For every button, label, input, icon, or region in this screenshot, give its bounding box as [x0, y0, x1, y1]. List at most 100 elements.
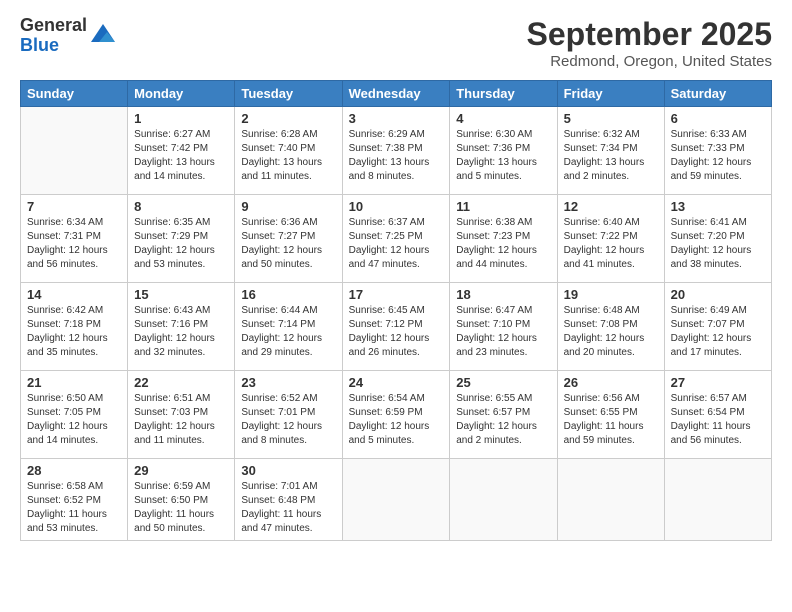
day-info: Sunrise: 6:45 AMSunset: 7:12 PMDaylight:…	[349, 304, 444, 360]
table-row: 17Sunrise: 6:45 AMSunset: 7:12 PMDayligh…	[342, 283, 450, 371]
table-row: 30 Sunrise: 7:01 AMSunset: 6:48 PMDayligh…	[235, 459, 342, 541]
day-number: 4	[456, 111, 550, 126]
table-row: 1Sunrise: 6:27 AMSunset: 7:42 PMDaylight…	[128, 107, 235, 195]
day-info: Sunrise: 6:50 AMSunset: 7:05 PMDaylight:…	[27, 392, 121, 448]
day-number: 28	[27, 463, 121, 478]
location: Redmond, Oregon, United States	[527, 53, 772, 70]
day-number: 15	[134, 287, 228, 302]
day-number: 30	[241, 463, 335, 478]
col-wednesday: Wednesday	[342, 81, 450, 107]
day-number: 3	[349, 111, 444, 126]
logo-blue: Blue	[20, 36, 87, 56]
day-number: 13	[671, 199, 765, 214]
day-info: Sunrise: 6:58 AMSunset: 6:52 PMDaylight:…	[27, 480, 121, 536]
table-row: 27 Sunrise: 6:57 AMSunset: 6:54 PMDayligh…	[664, 371, 771, 459]
day-info: Sunrise: 6:48 AMSunset: 7:08 PMDaylight:…	[564, 304, 658, 360]
day-number: 9	[241, 199, 335, 214]
day-number: 12	[564, 199, 658, 214]
calendar-table: Sunday Monday Tuesday Wednesday Thursday…	[20, 80, 772, 541]
table-row: 7 Sunrise: 6:34 AMSunset: 7:31 PMDaylight…	[21, 195, 128, 283]
col-tuesday: Tuesday	[235, 81, 342, 107]
calendar-header-row: Sunday Monday Tuesday Wednesday Thursday…	[21, 81, 772, 107]
col-saturday: Saturday	[664, 81, 771, 107]
col-sunday: Sunday	[21, 81, 128, 107]
table-row: 4 Sunrise: 6:30 AMSunset: 7:36 PMDaylight…	[450, 107, 557, 195]
table-row: 6 Sunrise: 6:33 AMSunset: 7:33 PMDaylight…	[664, 107, 771, 195]
table-row	[557, 459, 664, 541]
day-info: Sunrise: 6:30 AMSunset: 7:36 PMDaylight:…	[456, 128, 550, 184]
table-row: 9 Sunrise: 6:36 AMSunset: 7:27 PMDaylight…	[235, 195, 342, 283]
day-info: Sunrise: 6:29 AMSunset: 7:38 PMDaylight:…	[349, 128, 444, 184]
day-info: Sunrise: 6:54 AMSunset: 6:59 PMDaylight:…	[349, 392, 444, 448]
table-row: 19 Sunrise: 6:48 AMSunset: 7:08 PMDayligh…	[557, 283, 664, 371]
day-info: Sunrise: 6:32 AMSunset: 7:34 PMDaylight:…	[564, 128, 658, 184]
day-info: Sunrise: 6:33 AMSunset: 7:33 PMDaylight:…	[671, 128, 765, 184]
col-thursday: Thursday	[450, 81, 557, 107]
day-number: 20	[671, 287, 765, 302]
table-row: 8 Sunrise: 6:35 AMSunset: 7:29 PMDaylight…	[128, 195, 235, 283]
day-info: Sunrise: 6:37 AMSunset: 7:25 PMDaylight:…	[349, 216, 444, 272]
day-info: Sunrise: 6:57 AMSunset: 6:54 PMDaylight:…	[671, 392, 765, 448]
table-row: 26 Sunrise: 6:56 AMSunset: 6:55 PMDayligh…	[557, 371, 664, 459]
logo-general: General	[20, 16, 87, 36]
table-row: 15Sunrise: 6:43 AMSunset: 7:16 PMDayligh…	[128, 283, 235, 371]
day-number: 27	[671, 375, 765, 390]
day-number: 11	[456, 199, 550, 214]
logo: General Blue	[20, 16, 117, 56]
day-info: Sunrise: 6:27 AMSunset: 7:42 PMDaylight:…	[134, 128, 228, 184]
day-number: 24	[349, 375, 444, 390]
day-number: 7	[27, 199, 121, 214]
table-row: 21 Sunrise: 6:50 AMSunset: 7:05 PMDayligh…	[21, 371, 128, 459]
table-row	[21, 107, 128, 195]
table-row	[342, 459, 450, 541]
table-row: 2Sunrise: 6:28 AMSunset: 7:40 PMDaylight…	[235, 107, 342, 195]
day-info: Sunrise: 6:47 AMSunset: 7:10 PMDaylight:…	[456, 304, 550, 360]
day-number: 8	[134, 199, 228, 214]
table-row: 11 Sunrise: 6:38 AMSunset: 7:23 PMDayligh…	[450, 195, 557, 283]
day-info: Sunrise: 6:52 AMSunset: 7:01 PMDaylight:…	[241, 392, 335, 448]
day-info: Sunrise: 6:42 AMSunset: 7:18 PMDaylight:…	[27, 304, 121, 360]
table-row: 14 Sunrise: 6:42 AMSunset: 7:18 PMDayligh…	[21, 283, 128, 371]
day-info: Sunrise: 6:38 AMSunset: 7:23 PMDaylight:…	[456, 216, 550, 272]
day-number: 6	[671, 111, 765, 126]
header: General Blue September 2025 Redmond, Ore…	[20, 16, 772, 70]
day-number: 21	[27, 375, 121, 390]
day-number: 14	[27, 287, 121, 302]
table-row	[664, 459, 771, 541]
day-info: Sunrise: 6:59 AMSunset: 6:50 PMDaylight:…	[134, 480, 228, 536]
day-info: Sunrise: 6:40 AMSunset: 7:22 PMDaylight:…	[564, 216, 658, 272]
day-number: 29	[134, 463, 228, 478]
day-info: Sunrise: 7:01 AMSunset: 6:48 PMDaylight:…	[241, 480, 335, 536]
table-row: 28 Sunrise: 6:58 AMSunset: 6:52 PMDayligh…	[21, 459, 128, 541]
table-row: 10Sunrise: 6:37 AMSunset: 7:25 PMDayligh…	[342, 195, 450, 283]
day-info: Sunrise: 6:28 AMSunset: 7:40 PMDaylight:…	[241, 128, 335, 184]
table-row: 13Sunrise: 6:41 AMSunset: 7:20 PMDayligh…	[664, 195, 771, 283]
logo-text: General Blue	[20, 16, 87, 56]
day-info: Sunrise: 6:44 AMSunset: 7:14 PMDaylight:…	[241, 304, 335, 360]
day-number: 5	[564, 111, 658, 126]
day-number: 22	[134, 375, 228, 390]
day-info: Sunrise: 6:51 AMSunset: 7:03 PMDaylight:…	[134, 392, 228, 448]
title-block: September 2025 Redmond, Oregon, United S…	[527, 16, 772, 70]
table-row: 5 Sunrise: 6:32 AMSunset: 7:34 PMDaylight…	[557, 107, 664, 195]
table-row: 12 Sunrise: 6:40 AMSunset: 7:22 PMDayligh…	[557, 195, 664, 283]
day-info: Sunrise: 6:35 AMSunset: 7:29 PMDaylight:…	[134, 216, 228, 272]
table-row: 20Sunrise: 6:49 AMSunset: 7:07 PMDayligh…	[664, 283, 771, 371]
page-container: General Blue September 2025 Redmond, Ore…	[0, 0, 792, 551]
table-row: 23 Sunrise: 6:52 AMSunset: 7:01 PMDayligh…	[235, 371, 342, 459]
table-row: 18 Sunrise: 6:47 AMSunset: 7:10 PMDayligh…	[450, 283, 557, 371]
day-number: 26	[564, 375, 658, 390]
logo-icon	[89, 22, 117, 50]
day-info: Sunrise: 6:55 AMSunset: 6:57 PMDaylight:…	[456, 392, 550, 448]
col-friday: Friday	[557, 81, 664, 107]
day-info: Sunrise: 6:34 AMSunset: 7:31 PMDaylight:…	[27, 216, 121, 272]
day-info: Sunrise: 6:56 AMSunset: 6:55 PMDaylight:…	[564, 392, 658, 448]
day-info: Sunrise: 6:36 AMSunset: 7:27 PMDaylight:…	[241, 216, 335, 272]
table-row: 22 Sunrise: 6:51 AMSunset: 7:03 PMDayligh…	[128, 371, 235, 459]
day-number: 23	[241, 375, 335, 390]
day-number: 18	[456, 287, 550, 302]
day-number: 19	[564, 287, 658, 302]
month-title: September 2025	[527, 16, 772, 53]
col-monday: Monday	[128, 81, 235, 107]
table-row: 25Sunrise: 6:55 AMSunset: 6:57 PMDayligh…	[450, 371, 557, 459]
